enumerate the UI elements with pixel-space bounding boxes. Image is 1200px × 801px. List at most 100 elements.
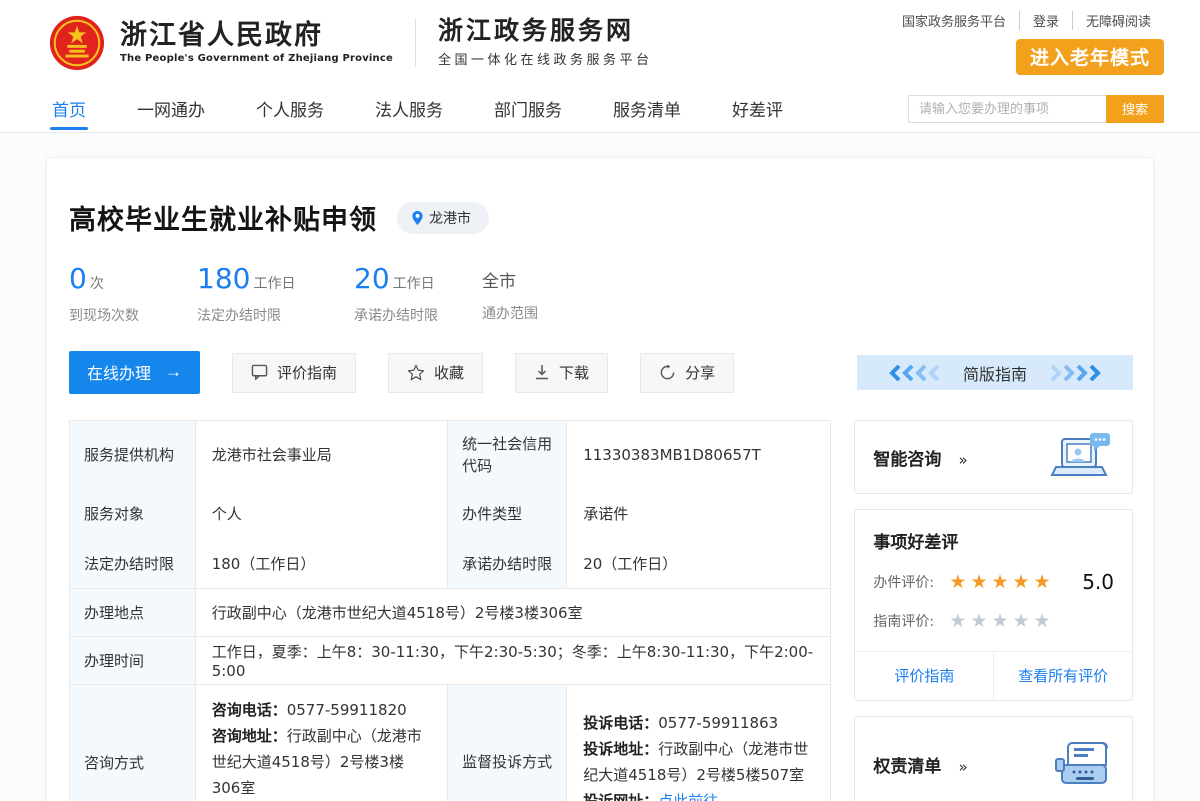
- nav-item-home[interactable]: 首页: [50, 85, 88, 132]
- stat-promise-label: 承诺办结时限: [354, 305, 482, 325]
- value-promise-limit: 20（工作日）: [567, 539, 831, 589]
- label-provider: 服务提供机构: [70, 421, 196, 489]
- location-badge[interactable]: 龙港市: [397, 202, 489, 234]
- online-apply-button[interactable]: 在线办理 →: [69, 351, 200, 394]
- duty-list-title: 权责清单: [873, 757, 941, 777]
- gov-logo-text: 浙江省人民政府 The People's Government of Zheji…: [120, 21, 393, 65]
- site-logo-text: 浙江政务服务网 全国一体化在线政务服务平台: [438, 17, 653, 69]
- sidebar: 智能咨询 » 事项好差评 办件评价: ★★★★: [854, 420, 1133, 801]
- stars-gray: ★★★★★: [949, 612, 1054, 631]
- simple-guide-banner[interactable]: 简版指南: [857, 355, 1133, 390]
- consult-address: 咨询地址：行政副中心（龙港市世纪大道4518号）2号楼3楼306室: [212, 723, 431, 801]
- table-row: 服务提供机构 龙港市社会事业局 统一社会信用代码 11330383MB1D806…: [70, 421, 831, 489]
- label-time: 办理时间: [70, 637, 196, 685]
- complaint-web-link[interactable]: 点此前往: [658, 792, 718, 801]
- gov-name-en: The People's Government of Zhejiang Prov…: [120, 53, 393, 64]
- rating-card: 事项好差评 办件评价: ★★★★★ 5.0 指南评价: ★★★★★ 评价指南 查…: [854, 509, 1133, 701]
- label-item-type: 办件类型: [448, 489, 567, 539]
- stat-legal-unit: 工作日: [253, 276, 295, 292]
- star-outline-icon: [407, 364, 425, 381]
- elder-mode-button[interactable]: 进入老年模式: [1016, 39, 1164, 75]
- nav-item-rating[interactable]: 好差评: [730, 85, 785, 132]
- double-arrow-icon: »: [959, 451, 968, 469]
- simple-guide-label: 简版指南: [963, 361, 1027, 385]
- search-bar: 搜索: [908, 95, 1164, 123]
- stat-scope: 全市 通办范围: [482, 265, 602, 325]
- label-service-object: 服务对象: [70, 489, 196, 539]
- arrow-right-icon: →: [165, 362, 182, 382]
- stat-visits-value: 0: [69, 262, 87, 295]
- share-icon: [659, 364, 676, 381]
- typewriter-icon: [1054, 739, 1114, 791]
- label-legal-limit: 法定办结时限: [70, 539, 196, 589]
- page-background: 高校毕业生就业补贴申领 龙港市 0次 到现场次数 180工作日 法定办结时限 2…: [0, 133, 1200, 801]
- site-subtitle: 全国一体化在线政务服务平台: [438, 49, 653, 68]
- logo-divider: [415, 19, 416, 67]
- duty-list-card[interactable]: 权责清单 »: [854, 716, 1133, 801]
- stat-legal-limit: 180工作日 法定办结时限: [197, 265, 354, 325]
- table-row: 法定办结时限 180（工作日） 承诺办结时限 20（工作日）: [70, 539, 831, 589]
- stats-row: 0次 到现场次数 180工作日 法定办结时限 20工作日 承诺办结时限 全市 通…: [69, 265, 1133, 325]
- search-input[interactable]: [908, 95, 1106, 123]
- rating-guide-button[interactable]: 评价指南: [232, 353, 356, 393]
- consult-phone: 咨询电话：0577-59911820: [212, 697, 431, 723]
- share-button[interactable]: 分享: [640, 353, 734, 393]
- favorite-button[interactable]: 收藏: [388, 353, 483, 393]
- rating-guide-label: 指南评价:: [873, 611, 949, 631]
- service-detail-card: 高校毕业生就业补贴申领 龙港市 0次 到现场次数 180工作日 法定办结时限 2…: [46, 157, 1154, 801]
- rating-score: 5.0: [1082, 570, 1114, 594]
- value-service-object: 个人: [195, 489, 447, 539]
- location-label: 龙港市: [429, 208, 471, 228]
- stat-legal-label: 法定办结时限: [197, 305, 354, 325]
- national-emblem-icon: [48, 14, 106, 72]
- stat-scope-value: 全市: [482, 265, 602, 291]
- nav-item-department[interactable]: 部门服务: [492, 85, 564, 132]
- label-complaint: 监督投诉方式: [448, 685, 567, 801]
- value-legal-limit: 180（工作日）: [195, 539, 447, 589]
- label-credit-code: 统一社会信用代码: [448, 421, 567, 489]
- stat-visits-unit: 次: [90, 276, 104, 292]
- smart-consult-card[interactable]: 智能咨询 »: [854, 420, 1133, 494]
- top-links: 国家政务服务平台 登录 无障碍阅读: [889, 11, 1164, 30]
- nav-item-legal-person[interactable]: 法人服务: [373, 85, 445, 132]
- stat-promise-unit: 工作日: [393, 276, 435, 292]
- link-accessibility[interactable]: 无障碍阅读: [1072, 11, 1164, 30]
- complaint-web: 投诉网址：点此前往: [583, 788, 814, 801]
- value-provider: 龙港市社会事业局: [195, 421, 447, 489]
- nav-item-service-list[interactable]: 服务清单: [611, 85, 683, 132]
- complaint-phone: 投诉电话：0577-59911863: [583, 710, 814, 736]
- stat-scope-label: 通办范围: [482, 303, 602, 323]
- value-item-type: 承诺件: [567, 489, 831, 539]
- table-row: 服务对象 个人 办件类型 承诺件: [70, 489, 831, 539]
- nav-item-one-stop[interactable]: 一网通办: [135, 85, 207, 132]
- share-label: 分享: [685, 362, 715, 383]
- online-apply-label: 在线办理: [87, 360, 151, 384]
- label-consult: 咨询方式: [70, 685, 196, 801]
- link-national-platform[interactable]: 国家政务服务平台: [889, 11, 1019, 30]
- double-arrow-icon: »: [959, 758, 968, 776]
- download-icon: [534, 364, 550, 380]
- complaint-address: 投诉地址：行政副中心（龙港市世纪大道4518号）2号楼5楼507室: [583, 736, 814, 788]
- rating-guide-link[interactable]: 评价指南: [855, 652, 993, 700]
- value-complaint: 投诉电话：0577-59911863 投诉地址：行政副中心（龙港市世纪大道451…: [567, 685, 831, 801]
- link-login[interactable]: 登录: [1019, 11, 1072, 30]
- stat-legal-value: 180: [197, 262, 250, 295]
- stat-visits-label: 到现场次数: [69, 305, 197, 325]
- value-time: 工作日，夏季：上午8：30-11:30，下午2:30-5:30；冬季：上午8:3…: [195, 637, 831, 685]
- value-place: 行政副中心（龙港市世纪大道4518号）2号楼3楼306室: [195, 589, 831, 637]
- value-consult: 咨询电话：0577-59911820 咨询地址：行政副中心（龙港市世纪大道451…: [195, 685, 447, 801]
- download-button[interactable]: 下载: [515, 353, 608, 393]
- rating-handling-label: 办件评价:: [873, 572, 949, 592]
- page-title: 高校毕业生就业补贴申领: [69, 198, 377, 237]
- smart-consult-title: 智能咨询: [873, 450, 941, 470]
- value-credit-code: 11330383MB1D80657T: [567, 421, 831, 489]
- stars-orange: ★★★★★: [949, 573, 1054, 592]
- view-all-ratings-link[interactable]: 查看所有评价: [993, 652, 1132, 700]
- rating-row-guide: 指南评价: ★★★★★: [873, 611, 1114, 631]
- location-pin-icon: [411, 210, 424, 226]
- download-label: 下载: [559, 362, 589, 383]
- stat-promise-limit: 20工作日 承诺办结时限: [354, 265, 482, 325]
- gov-name: 浙江省人民政府: [120, 21, 393, 51]
- nav-item-personal[interactable]: 个人服务: [254, 85, 326, 132]
- search-button[interactable]: 搜索: [1106, 95, 1164, 123]
